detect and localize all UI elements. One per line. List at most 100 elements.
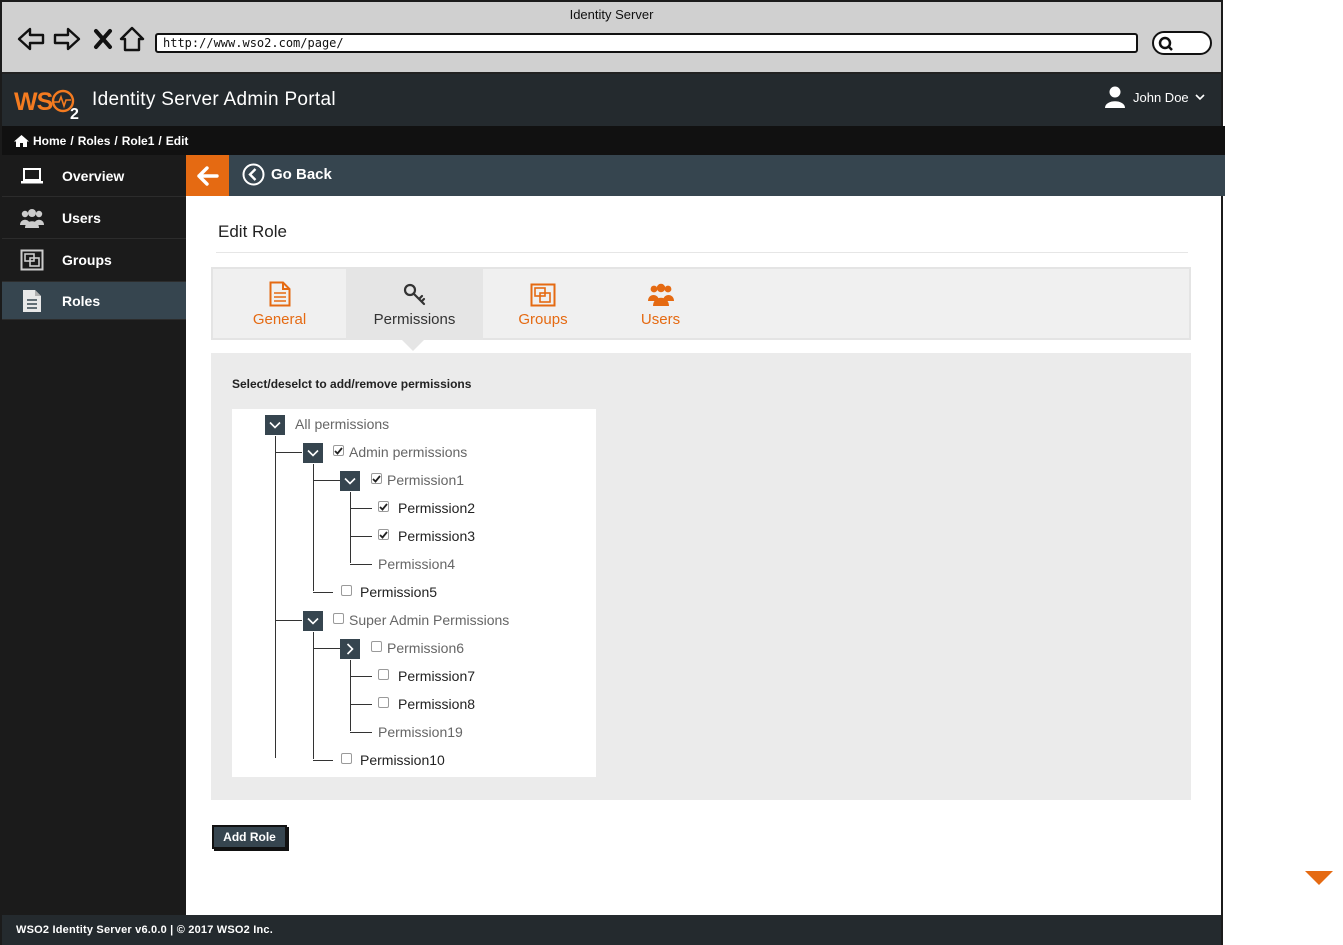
breadcrumb-role1[interactable]: Role1: [122, 134, 155, 148]
checkbox-permission8[interactable]: [378, 697, 389, 708]
wso2-logo[interactable]: WS 2: [14, 86, 86, 129]
breadcrumb-separator: /: [158, 133, 162, 148]
svg-text:2: 2: [70, 106, 79, 122]
checkmark-icon: [334, 446, 343, 455]
groups-icon: [530, 283, 556, 307]
node-permission7: Permission7: [398, 668, 476, 684]
sidebar-item-label: Roles: [62, 292, 101, 309]
go-back-link[interactable]: Go Back: [242, 163, 332, 186]
role-tabs: General Permissions Groups Users: [211, 267, 1191, 340]
checkbox-permission7[interactable]: [378, 669, 389, 680]
tree-connector: [313, 464, 314, 591]
breadcrumb-separator: /: [114, 133, 118, 148]
node-permission8: Permission8: [398, 696, 476, 712]
search-icon: [1158, 36, 1173, 51]
app-header: WS 2 Identity Server Admin Portal John D…: [2, 74, 1221, 126]
home-icon[interactable]: [117, 24, 147, 54]
tab-label: Permissions: [373, 311, 456, 328]
sidebar: Overview Users Groups Roles: [2, 155, 186, 915]
browser-window: Identity Server http://www.wso2.com/page…: [0, 0, 1225, 945]
forward-arrow-icon[interactable]: [52, 24, 82, 54]
user-icon: [1105, 86, 1125, 108]
groups-icon: [20, 249, 44, 271]
sidebar-item-groups[interactable]: Groups: [2, 239, 186, 282]
permissions-hint: Select/deselct to add/remove permissions: [232, 377, 472, 391]
sidebar-item-users[interactable]: Users: [2, 197, 186, 239]
close-icon[interactable]: [88, 24, 118, 54]
tree-connector: [313, 632, 314, 759]
home-icon: [14, 134, 29, 147]
go-back-label: Go Back: [271, 166, 332, 183]
chevron-down-icon: [344, 477, 356, 485]
arrow-left-icon: [196, 165, 219, 186]
checkbox-permission10[interactable]: [341, 753, 352, 764]
checkmark-icon: [379, 530, 388, 539]
tree-connector: [313, 480, 340, 481]
user-menu[interactable]: John Doe: [1105, 86, 1205, 108]
footer: WSO2 Identity Server v6.0.0 | © 2017 WSO…: [2, 915, 1221, 945]
checkbox-permission3[interactable]: [378, 529, 389, 540]
chevron-down-icon: [269, 421, 281, 429]
breadcrumb-edit: Edit: [165, 133, 189, 148]
tree-connector: [313, 648, 340, 649]
chevron-right-icon: [346, 643, 354, 655]
node-permission4: Permission4: [378, 556, 456, 572]
tab-users[interactable]: Users: [603, 269, 718, 340]
browser-search[interactable]: [1152, 31, 1212, 55]
go-back-arrow-button[interactable]: [186, 155, 229, 196]
tree-connector: [350, 660, 351, 731]
browser-chrome: Identity Server http://www.wso2.com/page…: [2, 2, 1221, 74]
tree-connector: [313, 760, 333, 761]
checkbox-permission6[interactable]: [371, 641, 382, 652]
url-bar[interactable]: http://www.wso2.com/page/: [155, 33, 1138, 53]
laptop-icon: [21, 167, 43, 183]
sidebar-item-roles[interactable]: Roles: [2, 282, 186, 320]
tab-groups[interactable]: Groups: [483, 269, 603, 340]
users-icon: [20, 208, 44, 228]
tab-general[interactable]: General: [213, 269, 346, 340]
tree-connector: [313, 592, 333, 593]
permission-tree: All permissions Admin permissions Permis…: [232, 409, 596, 777]
page-title: Edit Role: [218, 222, 287, 241]
checkbox-permission5[interactable]: [341, 585, 352, 596]
sidebar-item-label: Groups: [62, 252, 112, 268]
back-arrow-icon[interactable]: [16, 24, 46, 54]
key-icon: [403, 283, 425, 306]
tree-toggle-permission1[interactable]: [340, 471, 360, 491]
tree-connector: [350, 704, 372, 705]
breadcrumb-home[interactable]: Home: [33, 134, 66, 148]
tree-toggle-all[interactable]: [265, 415, 285, 435]
tree-connector: [275, 436, 276, 758]
checkbox-super-admin-permissions[interactable]: [333, 613, 344, 624]
tree-connector: [350, 564, 372, 565]
node-permission5: Permission5: [360, 584, 438, 600]
browser-title: Identity Server: [569, 7, 654, 22]
tab-permissions[interactable]: Permissions: [346, 269, 483, 340]
title-divider: [216, 252, 1188, 253]
scroll-down-caret-icon[interactable]: [1305, 871, 1333, 885]
breadcrumb-roles[interactable]: Roles: [78, 134, 111, 148]
active-tab-indicator: [402, 340, 424, 351]
checkbox-admin-permissions[interactable]: [333, 445, 344, 456]
chevron-down-icon: [307, 617, 319, 625]
sidebar-item-label: Users: [62, 209, 101, 226]
svg-text:WS: WS: [14, 88, 53, 116]
node-permission10: Permission10: [360, 752, 445, 768]
sidebar-item-overview[interactable]: Overview: [2, 155, 186, 197]
node-super-admin-permissions: Super Admin Permissions: [349, 612, 510, 628]
tree-toggle-admin[interactable]: [303, 443, 323, 463]
tree-toggle-super-admin[interactable]: [303, 611, 323, 631]
node-admin-permissions: Admin permissions: [349, 444, 468, 460]
node-permission19: Permission19: [378, 724, 463, 740]
checkbox-permission1[interactable]: [371, 473, 382, 484]
tree-toggle-permission6[interactable]: [340, 639, 360, 659]
node-permission3: Permission3: [398, 528, 476, 544]
tree-connector: [350, 508, 372, 509]
checkbox-permission2[interactable]: [378, 501, 389, 512]
tab-label: Groups: [518, 311, 568, 328]
add-role-button[interactable]: Add Role: [212, 825, 287, 849]
go-back-bar: Go Back: [186, 155, 1225, 196]
breadcrumb: Home / Roles / Role1 / Edit: [2, 126, 1225, 155]
tree-connector: [350, 676, 372, 677]
checkmark-icon: [379, 502, 388, 511]
